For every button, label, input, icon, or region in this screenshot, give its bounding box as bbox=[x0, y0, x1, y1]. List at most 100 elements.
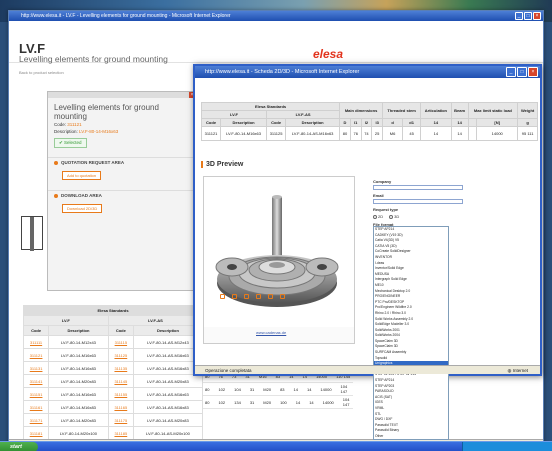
quotation-section: QUOTATION REQUEST AREA bbox=[48, 157, 196, 167]
column-header: 14 bbox=[420, 118, 452, 127]
panel-description-row: Description: LV.F-80-14-M16x63 bbox=[48, 128, 196, 135]
product-code-link[interactable]: 311165 bbox=[107, 400, 134, 414]
table-row[interactable]: 311131 LV.F-80-14-M16x83 311135 LV.F-80-14-… bbox=[22, 361, 204, 375]
column-header: d1 bbox=[402, 118, 422, 127]
table-cell: M20 bbox=[263, 386, 272, 392]
email-field[interactable] bbox=[373, 199, 463, 204]
table-row: 311121 LV.F-80-14-M16x63 311125 LV.F-80-14-… bbox=[200, 126, 538, 141]
file-format-list[interactable]: STEP AP214 CADKEY (V19 3D) Catia V4(3D) V5… bbox=[373, 226, 449, 440]
download-button[interactable]: Download 2D/3D bbox=[62, 204, 103, 213]
product-code-link[interactable]: 311145 bbox=[107, 374, 134, 388]
table-cell: M6 bbox=[382, 126, 404, 141]
table-cell: 25 bbox=[371, 126, 384, 141]
view-icon[interactable] bbox=[268, 294, 273, 299]
product-code-link[interactable]: 311115 bbox=[107, 335, 134, 349]
minimize-icon[interactable]: _ bbox=[506, 67, 516, 77]
request-type-label: Request type bbox=[373, 207, 399, 212]
fit-icon[interactable] bbox=[256, 294, 261, 299]
popup-titlebar[interactable]: http://www.elesa.it - Scheda 2D/3D - Mic… bbox=[195, 66, 540, 78]
popup-title: http://www.elesa.it - Scheda 2D/3D - Mic… bbox=[205, 69, 360, 75]
brand-logo[interactable]: elesa bbox=[313, 47, 343, 61]
table-row[interactable]: 311161 LV.F-80-14-M16x83 311165 LV.F-80-14-… bbox=[22, 400, 204, 414]
close-icon[interactable]: × bbox=[533, 12, 541, 20]
internet-zone: ◍ Internet bbox=[508, 366, 528, 375]
radio-2d[interactable]: 2D bbox=[373, 214, 383, 219]
table-cell: LV.F-80-14-M16x63 bbox=[220, 126, 268, 141]
product-code-link[interactable]: 311125 bbox=[107, 348, 134, 362]
table-cell: 14 bbox=[295, 399, 301, 405]
main-window-title: http://www.elesa.it - LV.F - Levelling e… bbox=[21, 13, 231, 19]
table-cell: 14 bbox=[293, 386, 298, 392]
leveling-foot-model bbox=[204, 177, 354, 327]
cadenas-link[interactable]: www.cadenas.de bbox=[256, 330, 286, 335]
table-row[interactable]: 311151 LV.F-80-14-M16x63 311155 LV.F-80-14-… bbox=[22, 387, 204, 401]
desktop: http://www.elesa.it - LV.F - Levelling e… bbox=[0, 0, 552, 451]
file-format-option[interactable]: Other bbox=[374, 434, 448, 439]
close-icon[interactable]: × bbox=[528, 67, 538, 77]
product-code-link[interactable]: 311135 bbox=[107, 361, 134, 375]
company-field[interactable] bbox=[373, 185, 463, 190]
product-code-link[interactable]: 311181 bbox=[22, 426, 50, 440]
maximize-icon[interactable]: □ bbox=[524, 12, 532, 20]
pan-icon[interactable] bbox=[232, 294, 237, 299]
popup-table-caption: Elesa Standards bbox=[200, 102, 341, 111]
main-window-titlebar[interactable]: http://www.elesa.it - LV.F - Levelling e… bbox=[9, 11, 543, 21]
product-description: LV.F-80-14-M16x63 bbox=[48, 348, 109, 362]
popup-group-right: LV.F-AS bbox=[266, 110, 341, 119]
product-code-link[interactable]: 311185 bbox=[107, 426, 134, 440]
main-window-controls: _ □ × bbox=[515, 12, 541, 20]
back-link[interactable]: Back to product selection bbox=[19, 70, 64, 75]
column-header: Code bbox=[200, 118, 222, 127]
table-row-extra: 80 102 104 31 M20 83 14 14 14000 104 147 bbox=[203, 383, 353, 396]
table-row[interactable]: 311171 LV.F-80-14-M20x83 311175 LV.F-80-14-… bbox=[22, 413, 204, 427]
zoom-icon[interactable] bbox=[244, 294, 249, 299]
product-code-link[interactable]: 311111 bbox=[22, 335, 50, 349]
table-cell: 95 111 bbox=[517, 126, 538, 141]
table-cell: 102 bbox=[218, 386, 226, 392]
weight-header: Weight bbox=[517, 102, 538, 119]
rotate-icon[interactable] bbox=[220, 294, 225, 299]
table-row[interactable]: 311141 LV.F-80-14-M20x83 311145 LV.F-80-14-… bbox=[22, 374, 204, 388]
maximize-icon[interactable]: □ bbox=[517, 67, 527, 77]
table-cell: 80 bbox=[205, 399, 210, 405]
column-header: [N] bbox=[476, 118, 519, 127]
table-cell: 311121 bbox=[200, 126, 222, 141]
add-to-quotation-button[interactable]: Add to quotation bbox=[62, 171, 102, 180]
radio-3d[interactable]: 3D bbox=[389, 214, 399, 219]
product-code-link[interactable]: 311171 bbox=[22, 413, 50, 427]
product-code-link[interactable]: 311151 bbox=[22, 387, 50, 401]
product-code-link[interactable]: 311175 bbox=[107, 413, 134, 427]
column-header: Description bbox=[220, 118, 268, 127]
table-row[interactable]: 311181 LV.F-80-14-M20x100 311185 LV.F-80-14… bbox=[22, 426, 204, 440]
popup-window-controls: _ □ × bbox=[506, 67, 538, 77]
download-section-label: DOWNLOAD AREA bbox=[61, 193, 102, 198]
table-row[interactable]: 311111 LV.F-80-14-M12x43 311115 LV.F-80-14-… bbox=[22, 335, 204, 349]
table-cell: 14000 bbox=[476, 126, 519, 141]
table-row[interactable]: 311121 LV.F-80-14-M16x63 311125 LV.F-80-14-… bbox=[22, 348, 204, 362]
table-cell: 83 bbox=[280, 386, 285, 392]
product-description: LV.F-80-14-M12x43 bbox=[48, 335, 109, 349]
minimize-icon[interactable]: _ bbox=[515, 12, 523, 20]
selected-badge-label: Selected bbox=[64, 140, 82, 145]
3d-viewer[interactable]: www.cadenas.de bbox=[203, 176, 355, 344]
table-cell: 31 bbox=[249, 399, 255, 405]
product-code-link[interactable]: 311161 bbox=[22, 400, 50, 414]
table-cell bbox=[467, 126, 478, 141]
taskbar: start bbox=[0, 441, 552, 451]
column-header: l1 bbox=[349, 118, 362, 127]
product-code-link[interactable]: 311131 bbox=[22, 361, 50, 375]
panel-topbar: × bbox=[48, 92, 196, 98]
table-cell: 102 bbox=[218, 399, 226, 405]
product-code-link[interactable]: 311155 bbox=[107, 387, 134, 401]
table-cell: 31 bbox=[249, 386, 255, 392]
product-code-link[interactable]: 311121 bbox=[22, 348, 50, 362]
quotation-section-label: QUOTATION REQUEST AREA bbox=[61, 160, 125, 165]
start-button[interactable]: start bbox=[0, 442, 38, 451]
column-header: l3 bbox=[371, 118, 384, 127]
table-cell: 104 bbox=[234, 386, 241, 392]
product-code-link[interactable]: 311141 bbox=[22, 374, 50, 388]
reset-icon[interactable] bbox=[280, 294, 285, 299]
panel-code-label: Code: bbox=[54, 122, 67, 127]
thread-header: Threaded stem bbox=[382, 102, 422, 119]
table-cell: 134 bbox=[234, 399, 241, 405]
